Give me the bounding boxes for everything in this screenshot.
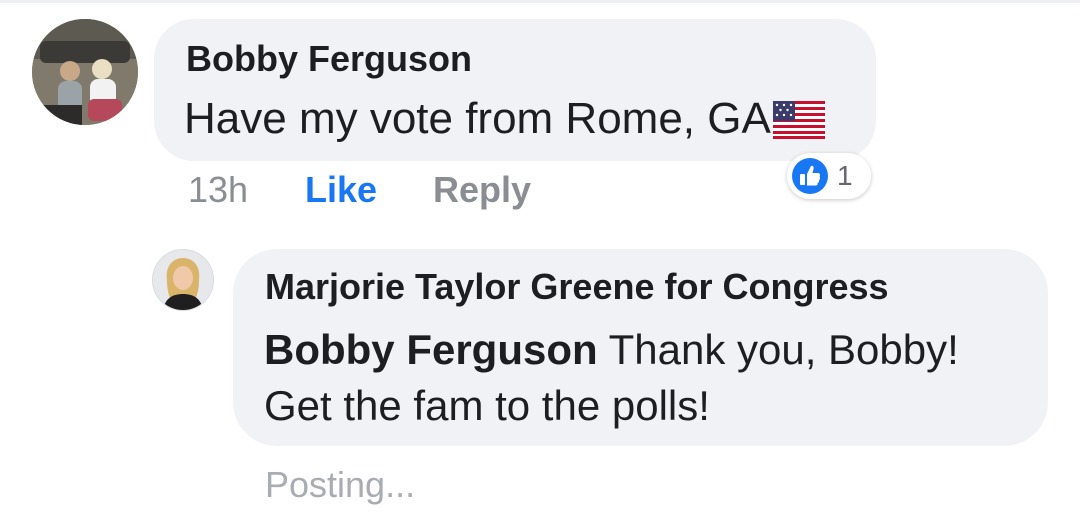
- comment-text-content: Have my vote from Rome, GA: [184, 94, 771, 143]
- like-button[interactable]: Like: [305, 169, 377, 211]
- top-divider: [0, 0, 1080, 3]
- posting-status: Posting...: [265, 464, 416, 505]
- us-flag-icon: [772, 100, 825, 139]
- reply-button[interactable]: Reply: [433, 169, 531, 211]
- avatar[interactable]: [32, 19, 138, 125]
- like-thumb-icon: [792, 158, 828, 194]
- avatar-photo: [32, 19, 138, 125]
- reaction-count: 1: [837, 160, 853, 191]
- reply-avatar[interactable]: [152, 249, 214, 311]
- reply-text-line1: Thank you, Bobby!: [597, 326, 959, 373]
- mention-link[interactable]: Bobby Ferguson: [264, 326, 598, 373]
- reply-avatar-photo: [153, 250, 213, 310]
- comment-timestamp[interactable]: 13h: [188, 169, 248, 211]
- comment-author[interactable]: Bobby Ferguson: [186, 38, 472, 80]
- reply-text-line2: Get the fam to the polls!: [264, 382, 710, 429]
- reply-text: Bobby Ferguson Thank you, Bobby! Get the…: [264, 322, 1034, 434]
- comment-text: Have my vote from Rome, GA: [184, 94, 825, 144]
- reaction-summary[interactable]: 1: [787, 153, 871, 199]
- reply-author[interactable]: Marjorie Taylor Greene for Congress: [265, 266, 889, 308]
